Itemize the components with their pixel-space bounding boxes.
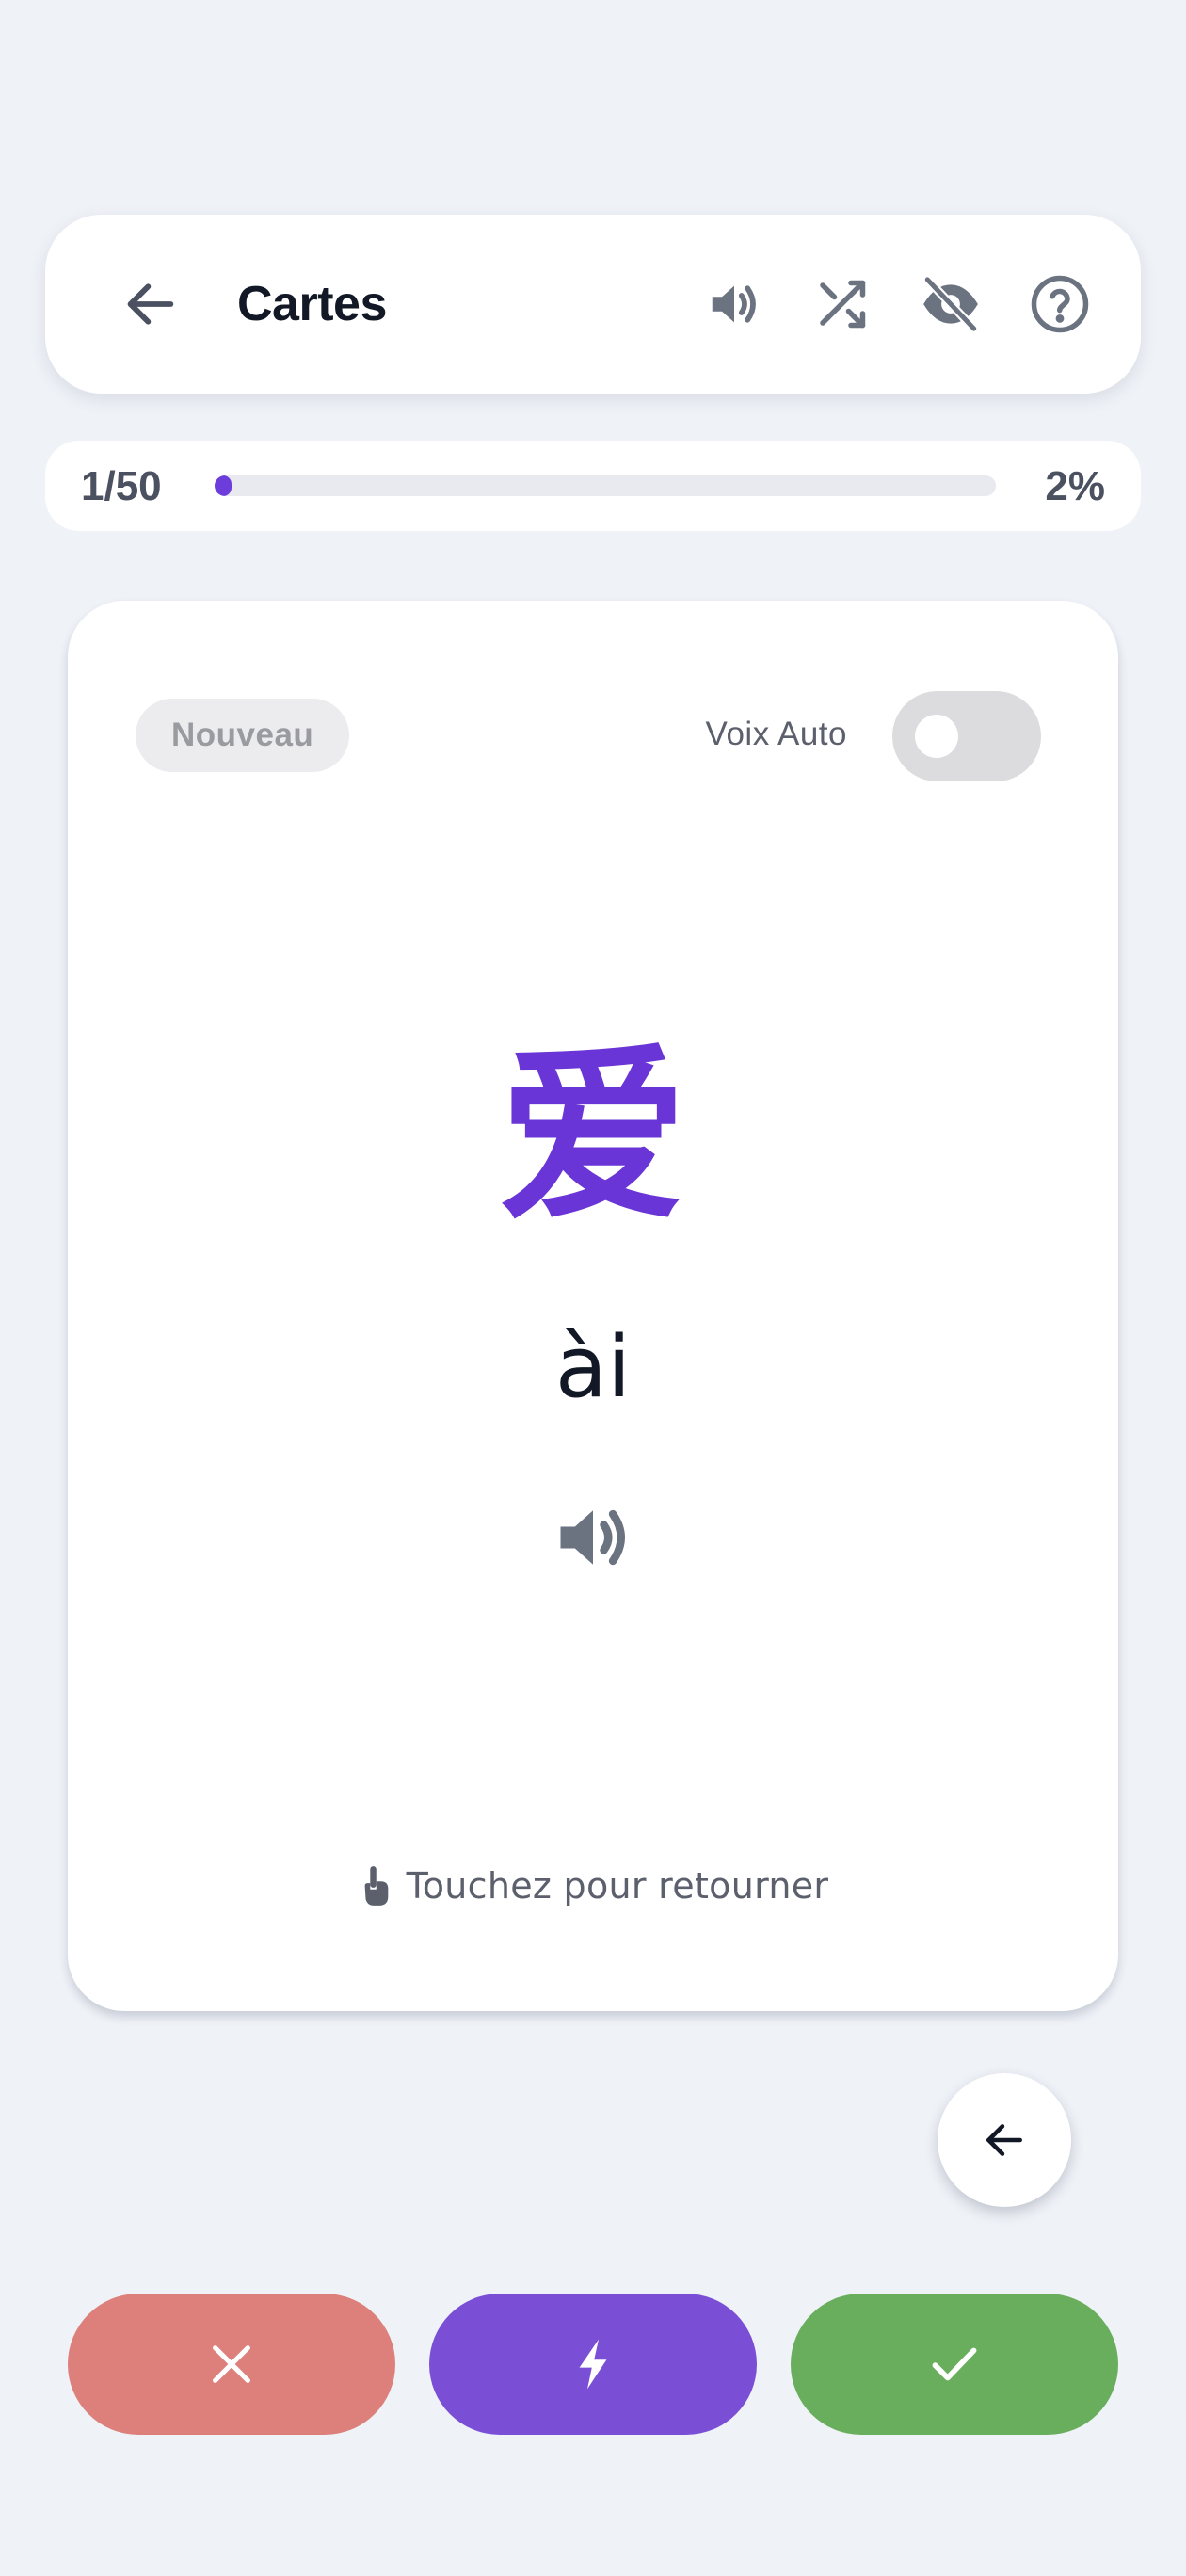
- auto-voice-toggle[interactable]: [892, 691, 1041, 781]
- status-badge: Nouveau: [136, 699, 350, 772]
- help-circle-icon: [1031, 275, 1089, 333]
- close-icon: [213, 2345, 250, 2383]
- flip-hint-text: Touchez pour retourner: [406, 1865, 829, 1907]
- toggle-knob: [915, 715, 958, 758]
- auto-voice-label: Voix Auto: [705, 716, 847, 752]
- shuffle-button[interactable]: [794, 257, 889, 351]
- play-pronunciation-button[interactable]: [537, 1486, 649, 1589]
- shuffle-icon: [820, 280, 866, 329]
- help-button[interactable]: [1013, 257, 1107, 351]
- back-arrow-icon: [127, 283, 174, 325]
- page-title: Cartes: [237, 277, 387, 331]
- progress-fill: [215, 475, 232, 496]
- back-arrow-icon: [986, 2124, 1022, 2156]
- lightning-icon: [579, 2339, 607, 2390]
- back-button[interactable]: [104, 257, 198, 351]
- progress-bar: 1/50 2%: [45, 441, 1141, 531]
- correct-button[interactable]: [791, 2294, 1118, 2435]
- flashcard[interactable]: Nouveau Voix Auto 爱 ài Touchez pour reto…: [68, 601, 1118, 2011]
- wrong-button[interactable]: [68, 2294, 395, 2435]
- hide-answer-button[interactable]: [904, 257, 998, 351]
- progress-track: [215, 475, 996, 496]
- flip-hint: Touchez pour retourner: [68, 1862, 1118, 1909]
- sound-button[interactable]: [687, 257, 781, 351]
- progress-count: 1/50: [81, 463, 162, 509]
- tap-hand-icon: [364, 1866, 388, 1906]
- progress-percent: 2%: [1045, 463, 1105, 509]
- quick-button[interactable]: [429, 2294, 757, 2435]
- card-character: 爱: [498, 1027, 687, 1247]
- card-pinyin: ài: [554, 1318, 632, 1417]
- eye-off-icon: [922, 275, 979, 333]
- previous-card-button[interactable]: [938, 2073, 1071, 2207]
- check-icon: [932, 2347, 977, 2381]
- speaker-icon: [712, 285, 756, 323]
- speaker-icon: [560, 1509, 625, 1566]
- top-bar: Cartes: [45, 215, 1141, 394]
